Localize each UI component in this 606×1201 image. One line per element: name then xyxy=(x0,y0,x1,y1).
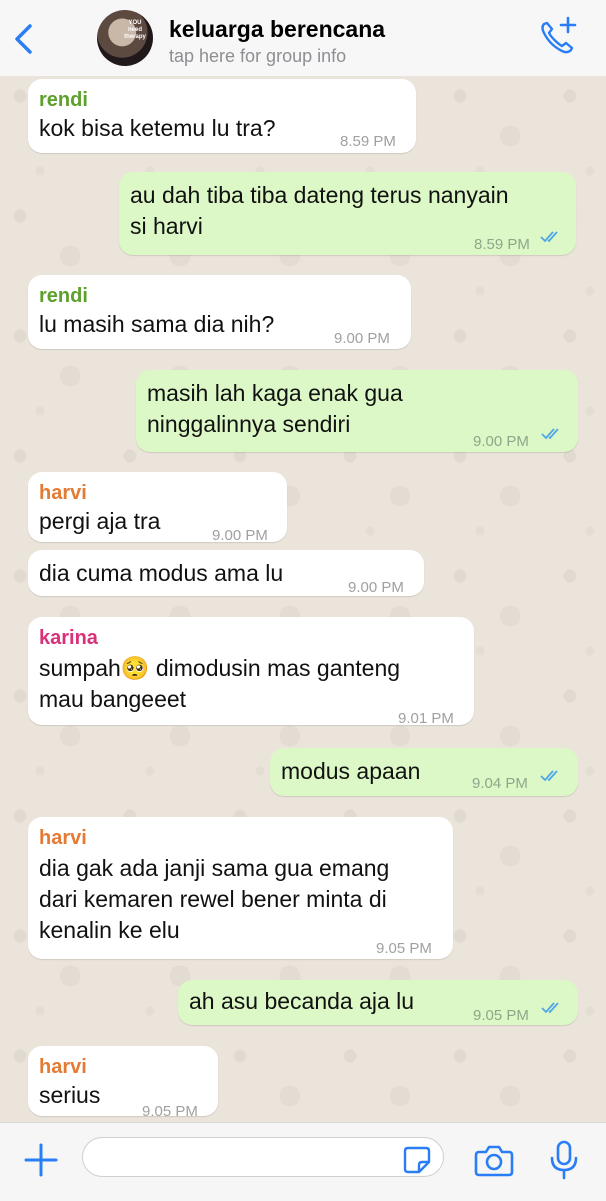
message-input[interactable] xyxy=(82,1137,444,1177)
message-time: 9.00 PM xyxy=(348,579,404,596)
message-text: sumpah🥺 dimodusin mas ganteng mau bangee… xyxy=(39,655,401,712)
message-text: pergi aja tra xyxy=(39,508,161,534)
message-time: 8.59 PM xyxy=(474,236,530,253)
microphone-icon[interactable] xyxy=(548,1139,580,1181)
sticker-icon[interactable] xyxy=(402,1145,432,1175)
message-bubble-incoming[interactable]: rendi lu masih sama dia nih? 9.00 PM xyxy=(28,275,411,349)
message-text: kok bisa ketemu lu tra? xyxy=(39,115,276,141)
message-bubble-incoming[interactable]: harvi serius 9.05 PM xyxy=(28,1046,218,1120)
group-info-hint[interactable]: tap here for group info xyxy=(169,46,346,67)
message-bubble-outgoing[interactable]: au dah tiba tiba dateng terus nanyain si… xyxy=(119,172,576,255)
message-text: au dah tiba tiba dateng terus nanyain si… xyxy=(130,182,509,239)
plus-icon[interactable] xyxy=(22,1141,60,1179)
message-text: dia gak ada janji sama gua emang dari ke… xyxy=(39,855,390,943)
message-text: serius xyxy=(39,1082,101,1108)
message-text: modus apaan xyxy=(281,758,421,784)
message-time: 9.00 PM xyxy=(212,527,268,544)
message-time: 9.05 PM xyxy=(376,940,432,957)
composer-bar xyxy=(0,1122,606,1201)
chat-header: YOU need therapy keluarga berencana tap … xyxy=(0,0,606,77)
message-text: dia cuma modus ama lu xyxy=(39,560,284,586)
message-bubble-outgoing[interactable]: masih lah kaga enak gua ninggalinnya sen… xyxy=(136,370,578,452)
message-time: 9.04 PM xyxy=(472,775,528,792)
read-ticks-icon xyxy=(540,231,558,243)
message-time: 9.01 PM xyxy=(398,710,454,727)
read-ticks-icon xyxy=(541,1002,559,1014)
message-bubble-outgoing[interactable]: modus apaan 9.04 PM xyxy=(270,748,578,796)
message-sender: rendi xyxy=(39,89,88,111)
add-call-icon[interactable] xyxy=(534,14,580,60)
message-time: 9.00 PM xyxy=(334,330,390,347)
message-bubble-incoming[interactable]: harvi pergi aja tra 9.00 PM xyxy=(28,472,287,544)
avatar-caption: YOU need therapy xyxy=(124,20,146,40)
message-sender: harvi xyxy=(39,482,87,504)
message-bubble-incoming[interactable]: harvi dia gak ada janji sama gua emang d… xyxy=(28,817,453,959)
message-sender: karina xyxy=(39,627,98,649)
message-bubble-incoming[interactable]: karina sumpah🥺 dimodusin mas ganteng mau… xyxy=(28,617,474,727)
message-bubble-outgoing[interactable]: ah asu becanda aja lu 9.05 PM xyxy=(178,980,578,1025)
group-title[interactable]: keluarga berencana xyxy=(169,16,385,43)
message-time: 9.05 PM xyxy=(473,1007,529,1024)
message-time: 8.59 PM xyxy=(340,133,396,150)
camera-icon[interactable] xyxy=(474,1141,514,1179)
back-chevron-icon[interactable] xyxy=(8,22,42,56)
message-text: masih lah kaga enak gua ninggalinnya sen… xyxy=(147,380,403,437)
message-text: lu masih sama dia nih? xyxy=(39,311,275,337)
group-avatar[interactable]: YOU need therapy xyxy=(97,10,153,66)
message-text: ah asu becanda aja lu xyxy=(189,988,415,1014)
message-sender: harvi xyxy=(39,827,87,849)
message-bubble-incoming[interactable]: rendi kok bisa ketemu lu tra? 8.59 PM xyxy=(28,79,416,153)
message-bubble-incoming[interactable]: dia cuma modus ama lu 9.00 PM xyxy=(28,550,424,596)
message-time: 9.00 PM xyxy=(473,433,529,450)
message-sender: harvi xyxy=(39,1056,87,1078)
read-ticks-icon xyxy=(541,428,559,440)
read-ticks-icon xyxy=(540,770,558,782)
message-sender: rendi xyxy=(39,285,88,307)
